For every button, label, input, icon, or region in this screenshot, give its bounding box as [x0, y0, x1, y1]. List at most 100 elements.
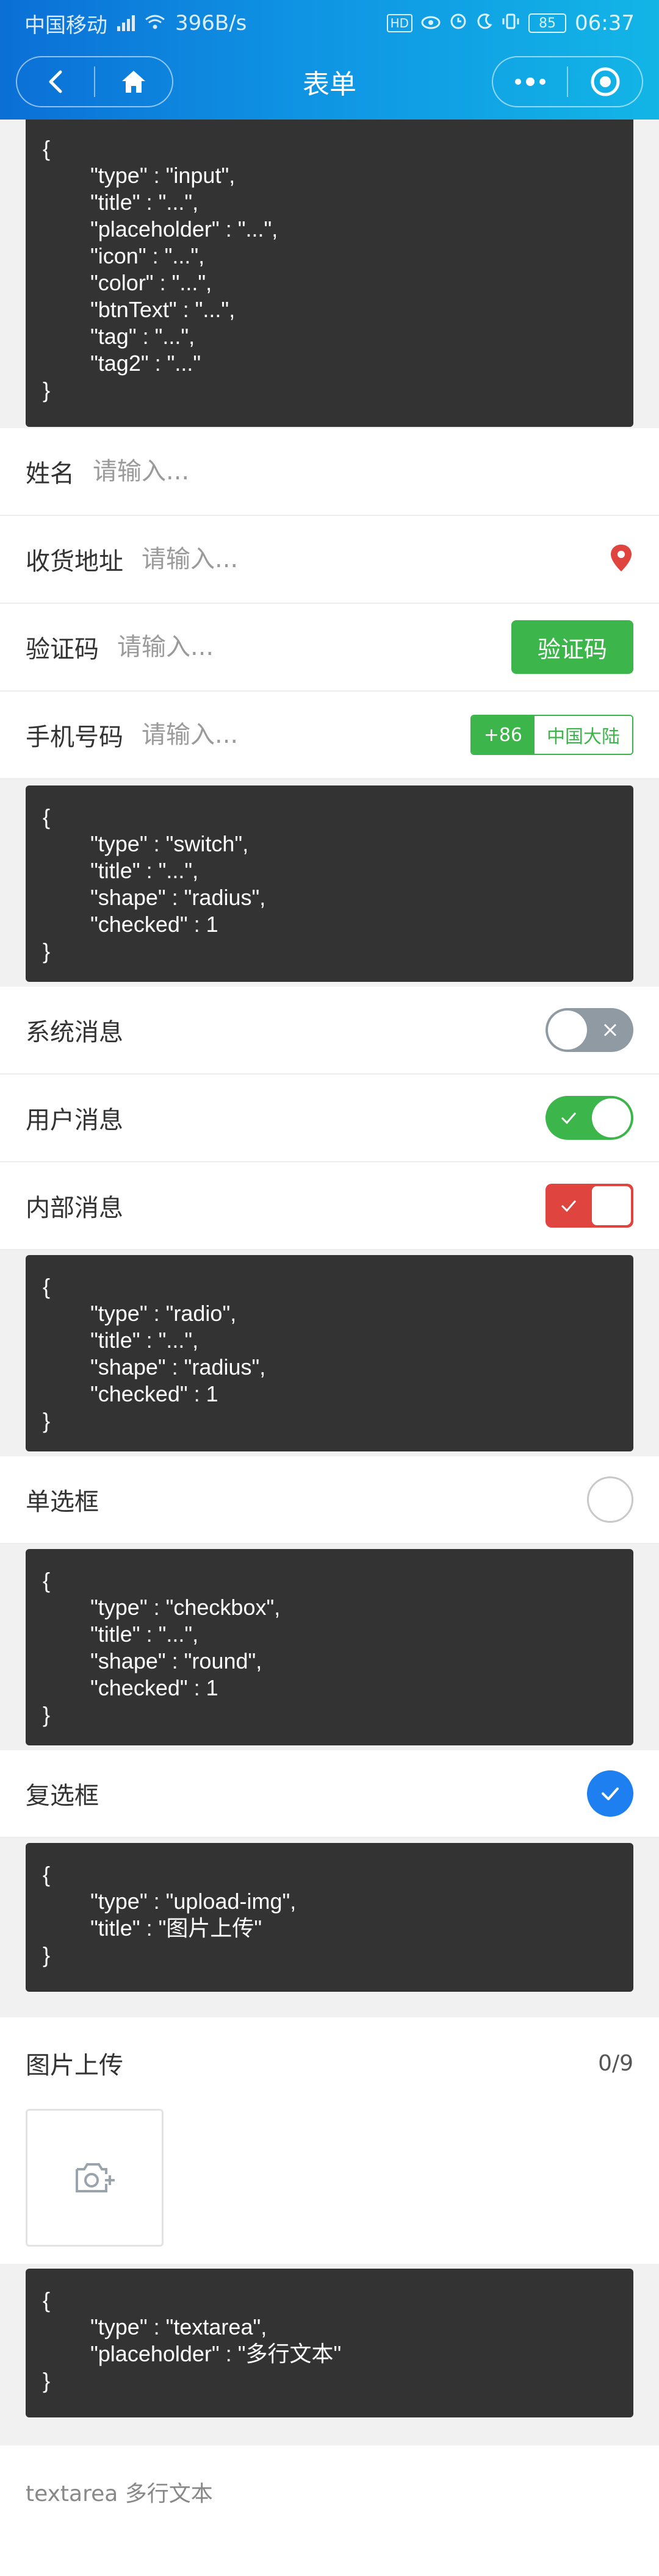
code-block-textarea: { "type" : "textarea", "placeholder" : "…	[26, 2269, 633, 2417]
status-right: HD 85 06:37	[386, 11, 635, 35]
code-line: "title" : "...",	[90, 1328, 199, 1353]
code-line: }	[43, 2368, 51, 2393]
code-line: {	[43, 1862, 51, 1887]
nav-capsule-left	[16, 56, 173, 107]
wifi-icon	[145, 11, 165, 35]
user-message-switch[interactable]	[546, 1096, 633, 1140]
code-line: "placeholder" : "多行文本"	[90, 2341, 342, 2366]
time: 06:37	[575, 11, 635, 35]
checkbox[interactable]	[587, 1770, 633, 1817]
code-line: "type" : "input",	[90, 163, 236, 188]
code-block-upload: { "type" : "upload-img", "title" : "图片上传…	[26, 1843, 633, 1992]
code-line: "type" : "upload-img",	[90, 1889, 297, 1914]
switch-label: 用户消息	[26, 1106, 123, 1134]
code-line: }	[43, 1942, 51, 1967]
navbar: 表单	[0, 55, 659, 109]
code-line: "checked" : 1	[90, 1381, 218, 1406]
chevron-left-icon	[49, 70, 62, 93]
close-miniprogram-button[interactable]	[568, 57, 642, 106]
code-line: "type" : "switch",	[90, 831, 249, 856]
upload-image-button[interactable]	[26, 2109, 164, 2247]
code-line: "shape" : "radius",	[90, 885, 266, 910]
code-line: "checked" : 1	[90, 1675, 218, 1700]
net-speed: 396B/s	[175, 11, 247, 35]
form-row-radio: 单选框	[0, 1456, 659, 1544]
code-block-switch-wrap: { "type" : "switch", "title" : "...", "s…	[0, 779, 659, 987]
code-line: {	[43, 1568, 51, 1593]
code-line: "shape" : "radius",	[90, 1354, 266, 1379]
back-button[interactable]	[17, 57, 94, 106]
address-label: 收货地址	[26, 548, 123, 576]
upload-title: 图片上传	[26, 2052, 123, 2080]
more-button[interactable]	[493, 57, 567, 106]
upload-count: 0/9	[598, 2050, 633, 2076]
code-line: "title" : "图片上传"	[90, 1916, 262, 1941]
form-row-switch-internal: 内部消息	[0, 1162, 659, 1250]
switch-label: 系统消息	[26, 1018, 123, 1046]
moon-icon	[476, 11, 493, 35]
app-root: 中国移动 396B/s HD 85 06:37 表单 {"type": "i…	[0, 0, 659, 2576]
code-line: "icon" : "...",	[90, 243, 205, 268]
phone-input[interactable]	[142, 710, 470, 759]
code-block-checkbox: { "type" : "checkbox", "title" : "...", …	[26, 1549, 633, 1745]
code-line: "title" : "...",	[90, 1622, 199, 1647]
code-line: "tag" : "...",	[90, 324, 195, 349]
form-row-code: 验证码 验证码	[0, 604, 659, 692]
radio-button[interactable]	[587, 1476, 633, 1523]
country-code: +86	[471, 716, 535, 754]
vibrate-icon	[502, 11, 520, 35]
switch-knob	[592, 1186, 631, 1225]
code-line: "type" : "textarea",	[90, 2314, 267, 2339]
system-message-switch[interactable]	[546, 1008, 633, 1052]
check-icon	[561, 1112, 577, 1125]
form-row-address: 收货地址	[0, 516, 659, 604]
code-line: {	[43, 2288, 51, 2313]
code-block-upload-wrap: { "type" : "upload-img", "title" : "图片上传…	[0, 1838, 659, 2017]
check-icon	[602, 1787, 619, 1800]
home-button[interactable]	[95, 57, 172, 106]
code-block-input-wrap: { "type" : "input", "title" : "...", "pl…	[0, 120, 659, 428]
more-dots-icon	[514, 77, 546, 86]
code-line: "type" : "radio",	[90, 1301, 237, 1326]
battery-level: 85	[539, 15, 556, 31]
form-row-phone: 手机号码 +86 中国大陆	[0, 692, 659, 779]
target-circle-icon	[591, 67, 619, 96]
code-block-checkbox-wrap: { "type" : "checkbox", "title" : "...", …	[0, 1544, 659, 1750]
code-block-radio-wrap: { "type" : "radio", "title" : "...", "sh…	[0, 1250, 659, 1456]
code-line: "placeholder" : "...",	[90, 216, 278, 242]
code-line: "type" : "checkbox",	[90, 1595, 281, 1620]
name-input[interactable]	[93, 447, 633, 496]
code-input[interactable]	[117, 623, 511, 671]
get-code-button[interactable]: 验证码	[511, 620, 633, 674]
close-icon	[603, 1023, 617, 1037]
check-icon	[561, 1200, 577, 1212]
code-block-switch: { "type" : "switch", "title" : "...", "s…	[26, 785, 633, 982]
country-code-tag[interactable]: +86 中国大陆	[470, 715, 633, 755]
code-block-textarea-wrap: { "type" : "textarea", "placeholder" : "…	[0, 2264, 659, 2445]
code-label: 验证码	[26, 635, 99, 664]
code-line: "tag2" : "..."	[90, 351, 201, 376]
form-row-switch-system: 系统消息	[0, 987, 659, 1075]
home-icon	[122, 71, 145, 93]
code-line: }	[43, 1408, 51, 1433]
checkbox-label: 复选框	[26, 1782, 99, 1810]
code-block-input: { "type" : "input", "title" : "...", "pl…	[26, 120, 633, 427]
form-row-name: 姓名	[0, 428, 659, 516]
code-line: }	[43, 377, 51, 402]
carrier-name: 中国移动	[24, 13, 107, 38]
address-input[interactable]	[142, 535, 609, 584]
code-line: "title" : "...",	[90, 190, 199, 215]
phone-label: 手机号码	[26, 723, 123, 751]
upload-header: 图片上传 0/9	[0, 2017, 659, 2109]
multiline-textarea[interactable]	[26, 2476, 633, 2576]
country-region: 中国大陆	[535, 716, 632, 754]
internal-message-switch[interactable]	[546, 1184, 633, 1228]
radio-label: 单选框	[26, 1488, 99, 1516]
code-line: {	[43, 1274, 51, 1299]
location-pin-icon[interactable]	[609, 543, 633, 575]
code-line: "btnText" : "...",	[90, 297, 236, 322]
code-line: {	[43, 804, 51, 829]
code-block-radio: { "type" : "radio", "title" : "...", "sh…	[26, 1255, 633, 1451]
code-line: {	[43, 136, 51, 161]
header: 中国移动 396B/s HD 85 06:37 表单	[0, 0, 659, 120]
